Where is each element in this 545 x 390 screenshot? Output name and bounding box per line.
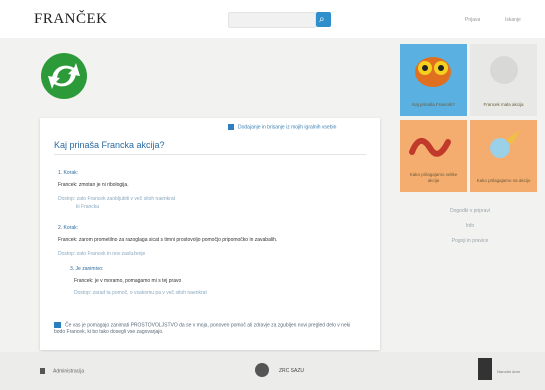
search-link[interactable]: Iskanje	[505, 17, 521, 23]
site-logo[interactable]: FRANČEK	[34, 11, 108, 28]
site-footer: Administracija ZRC SAZU Narodni dom	[0, 352, 545, 390]
instruction-line: 3. Je zanimivo:	[70, 266, 104, 272]
cloud-icon	[490, 56, 518, 84]
instruction-line: 1. Korak:	[58, 170, 79, 176]
login-link[interactable]: Prijava	[465, 17, 480, 23]
footer-logo-icon[interactable]	[478, 358, 492, 380]
partner-name: ZRC SAZU	[279, 368, 304, 374]
side-link[interactable]: Pogoji in pravice	[400, 238, 540, 244]
instruction-line: Francek: zarom prometilno za razoglaga s…	[58, 237, 278, 243]
green-dot-icon	[41, 53, 87, 99]
instruction-line[interactable]: ki Francka	[76, 204, 99, 210]
side-link[interactable]: Info	[400, 223, 540, 229]
tile-label: Francek mala akcija	[483, 102, 524, 107]
tile-mala-akcija[interactable]: Francek mala akcija	[470, 44, 537, 116]
instruction-line[interactable]: Dostop: zato Francek zaobljubiti v več s…	[58, 196, 175, 202]
info-icon	[228, 124, 234, 130]
instruction-line: Francek: je v moramo, pomagamo mi s tej …	[74, 278, 182, 284]
tile-velike-akcije[interactable]: Kako prilagajamo velike akcije	[400, 120, 467, 192]
lock-icon	[40, 368, 45, 374]
tile-na-akcijo[interactable]: Kako prilagajamo na akcijo	[470, 120, 537, 192]
tile-label: Kako prilagajamo velike akcije	[409, 172, 458, 183]
instruction-line: 2. Korak:	[58, 225, 79, 231]
footer-admin-link[interactable]: Administracija	[40, 368, 84, 374]
instruction-line[interactable]: Dostop: zarad ta pomoč, o vsakomu pa v v…	[74, 290, 207, 296]
footer-logo-text: Narodni dom	[497, 369, 520, 374]
side-links: Dogodki v pripravi Info Pogoji in pravic…	[400, 208, 540, 253]
tile-label: Kaj prinaša Francek?	[412, 102, 455, 107]
owl-icon	[415, 57, 451, 87]
bottom-note: Če vas je pomagajo zanimati PROSTOVOLJST…	[54, 322, 351, 336]
main-card: Dodajanje in brisanje iz mojih igralnih …	[40, 118, 380, 350]
partner-logo-icon	[255, 363, 269, 377]
site-header: FRANČEK ⌕ Prijava Iskanje	[0, 0, 545, 38]
search-icon: ⌕	[319, 14, 325, 25]
tile-kaj-prinasa[interactable]: Kaj prinaša Francek?	[400, 44, 467, 116]
top-note[interactable]: Dodajanje in brisanje iz mojih igralnih …	[228, 124, 336, 130]
worm-icon	[409, 138, 451, 157]
instruction-line: Francek: zmotan je ni ribologija.	[58, 182, 129, 188]
search-input[interactable]	[228, 12, 316, 28]
feature-tiles: Kaj prinaša Francek? Francek mala akcija…	[400, 44, 540, 194]
info-icon	[54, 322, 61, 328]
instruction-line[interactable]: Dostop: zato Francek in nov zasluženje	[58, 251, 145, 257]
card-title: Kaj prinaša Francka akcija?	[54, 140, 165, 150]
tile-label: Kako prilagajamo na akcijo	[476, 178, 531, 183]
bird-icon	[490, 130, 520, 158]
search-button[interactable]: ⌕	[316, 12, 331, 27]
side-link[interactable]: Dogodki v pripravi	[400, 208, 540, 214]
divider	[54, 154, 366, 155]
